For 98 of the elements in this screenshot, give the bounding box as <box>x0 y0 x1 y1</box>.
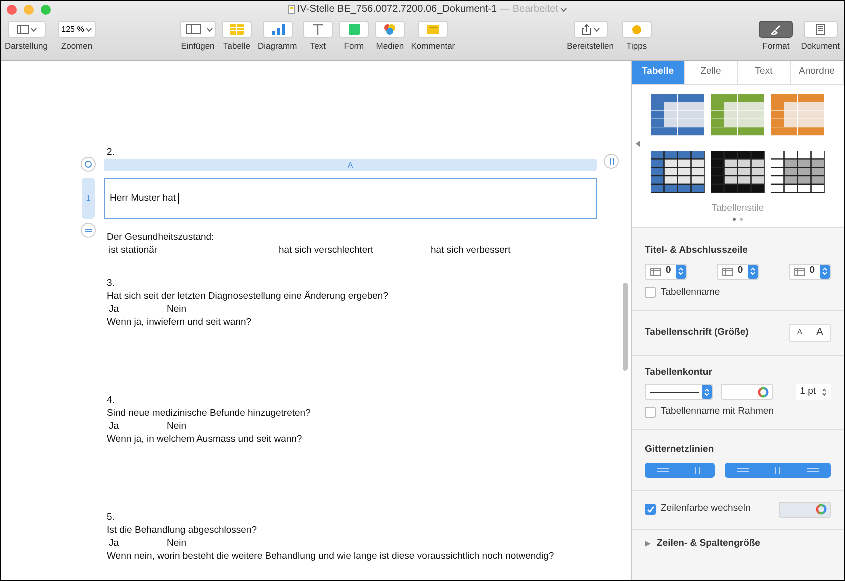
caret-icon <box>207 28 213 32</box>
color-well[interactable] <box>721 384 773 400</box>
stepper-icon[interactable] <box>702 385 712 399</box>
section-title: Titel- & Abschlusszeile <box>645 244 749 258</box>
color-well[interactable] <box>779 502 831 518</box>
inspector-toggle[interactable]: Dokument <box>801 21 840 53</box>
table-style-thumbnail[interactable] <box>711 94 765 136</box>
checkbox[interactable] <box>645 287 656 298</box>
inspector-tab[interactable]: Anordne <box>791 61 844 84</box>
gridline-toggle[interactable] <box>725 462 760 478</box>
table-cell[interactable]: Herr Muster hat <box>104 178 597 219</box>
table-style-thumbnail[interactable] <box>771 94 825 136</box>
caret-icon <box>86 28 92 32</box>
answer-option: ist stationär <box>109 244 279 257</box>
zoom-value: 125 % <box>62 24 84 36</box>
section-title: Tabellenschrift (Größe) <box>645 326 749 340</box>
table-style-thumbnail[interactable] <box>651 94 705 136</box>
caret-icon <box>594 28 600 32</box>
table-style-thumbnail[interactable] <box>651 151 705 193</box>
column-handle[interactable] <box>604 154 619 169</box>
line-style-dropdown[interactable] <box>645 384 713 400</box>
caret-icon <box>30 28 36 32</box>
zoom-button[interactable] <box>41 4 51 14</box>
question-number: 5. <box>107 511 116 524</box>
sidebar-icon <box>16 25 28 34</box>
checkbox-label: Zeilenfarbe wechseln <box>661 502 751 516</box>
header-lines-icon <box>736 466 749 474</box>
row-header: 1 <box>82 178 95 219</box>
answer-option: Nein <box>167 420 187 433</box>
cell-text: Herr Muster hat <box>110 192 176 205</box>
table-rows-icon <box>722 268 733 276</box>
footer-lines-icon <box>807 466 820 474</box>
toolbar-button[interactable]: Bereitstellen <box>567 21 614 53</box>
table-style-thumbnail[interactable] <box>771 151 825 193</box>
color-wheel-icon[interactable] <box>758 386 769 398</box>
section-title: Gitternetzlinien <box>645 443 716 458</box>
toolbar-button[interactable]: Darstellung <box>5 21 48 53</box>
row-handle[interactable] <box>81 223 96 238</box>
answer-option: hat sich verbessert <box>431 244 511 257</box>
table-style-thumbnail[interactable] <box>711 151 765 193</box>
inspector-tab[interactable]: Zelle <box>685 61 738 84</box>
gridline-toggle[interactable] <box>680 462 716 478</box>
row-count-stepper[interactable]: 0 <box>645 264 688 280</box>
close-button[interactable] <box>7 4 17 14</box>
followup-text: Wenn nein, worin besteht die weitere Behandlung und wie lange ist diese voraussichtlich noch notwendig? <box>107 550 556 563</box>
horizontal-lines-icon <box>656 466 669 474</box>
larger-font-button[interactable]: A <box>810 324 830 341</box>
checkbox-label: Tabellenname <box>661 286 720 300</box>
gridline-toggle[interactable] <box>796 462 831 478</box>
answer-option: Ja <box>109 537 167 550</box>
question-text: Ist die Behandlung abgeschlossen? <box>107 524 258 537</box>
width-stepper[interactable]: 1 pt <box>796 384 831 400</box>
scrollbar-thumb[interactable] <box>623 283 628 371</box>
toolbar-button[interactable]: Diagramm <box>258 21 298 53</box>
question-text: Hat sich seit der letzten Diagnosestellung eine Änderung ergeben? <box>107 290 390 303</box>
share-icon <box>582 24 592 36</box>
add-row-button[interactable] <box>81 157 96 172</box>
question-text: Der Gesundheitszustand: <box>107 231 216 244</box>
row-count-stepper[interactable]: 0 <box>788 264 831 280</box>
question-number: 3. <box>107 277 116 290</box>
chevron-left-icon[interactable] <box>636 141 640 147</box>
question-text: Sind neue medizinische Befunde hinzugetreten? <box>107 407 312 420</box>
table-rows-icon <box>650 268 661 276</box>
followup-text: Wenn ja, in welchem Ausmass und seit wann? <box>107 433 304 446</box>
row-count-stepper[interactable]: 0 <box>716 264 760 280</box>
stepper-icon[interactable] <box>676 264 686 278</box>
question-number: 4. <box>107 394 116 407</box>
column-header: A <box>104 159 597 171</box>
lightbulb-icon <box>632 24 642 34</box>
checkbox-label: Tabellenname mit Rahmen <box>661 405 774 419</box>
stepper-icon[interactable] <box>820 264 830 278</box>
answer-option: Ja <box>109 420 167 433</box>
caret-icon <box>561 8 568 12</box>
gridline-toggle[interactable] <box>645 462 680 478</box>
window-title: IV-Stelle BE_756.0072.7200.06_Dokument-1 <box>298 3 498 17</box>
stepper-arrows-icon[interactable] <box>822 388 827 396</box>
question-number: 2. <box>107 147 116 159</box>
checkbox[interactable] <box>645 504 656 515</box>
styles-label: Tabellenstile <box>712 202 764 216</box>
followup-text: Wenn ja, inwiefern und seit wann? <box>107 316 253 329</box>
document-icon <box>816 24 826 35</box>
text-cursor <box>178 193 179 204</box>
answer-option: Ja <box>109 303 167 316</box>
stepper-icon[interactable] <box>748 264 758 278</box>
document-icon <box>288 5 295 14</box>
inspector-tab[interactable]: Text <box>738 61 791 84</box>
paintbrush-icon <box>771 24 782 34</box>
checkbox[interactable] <box>645 406 656 418</box>
toolbar-button[interactable]: Kommentar <box>411 21 456 53</box>
disclosure-label[interactable]: Zeilen- & Spaltengröße <box>657 536 760 551</box>
section-title: Tabellenkontur <box>645 366 714 380</box>
color-wheel-icon[interactable] <box>816 504 827 515</box>
answer-option: hat sich verschlechtert <box>279 244 431 257</box>
answer-option: Nein <box>167 537 187 550</box>
window-status: — Bearbeitet <box>500 3 558 17</box>
answer-option: Nein <box>167 303 187 316</box>
disclosure-triangle-icon[interactable] <box>645 540 651 547</box>
table-rows-icon <box>794 268 805 276</box>
